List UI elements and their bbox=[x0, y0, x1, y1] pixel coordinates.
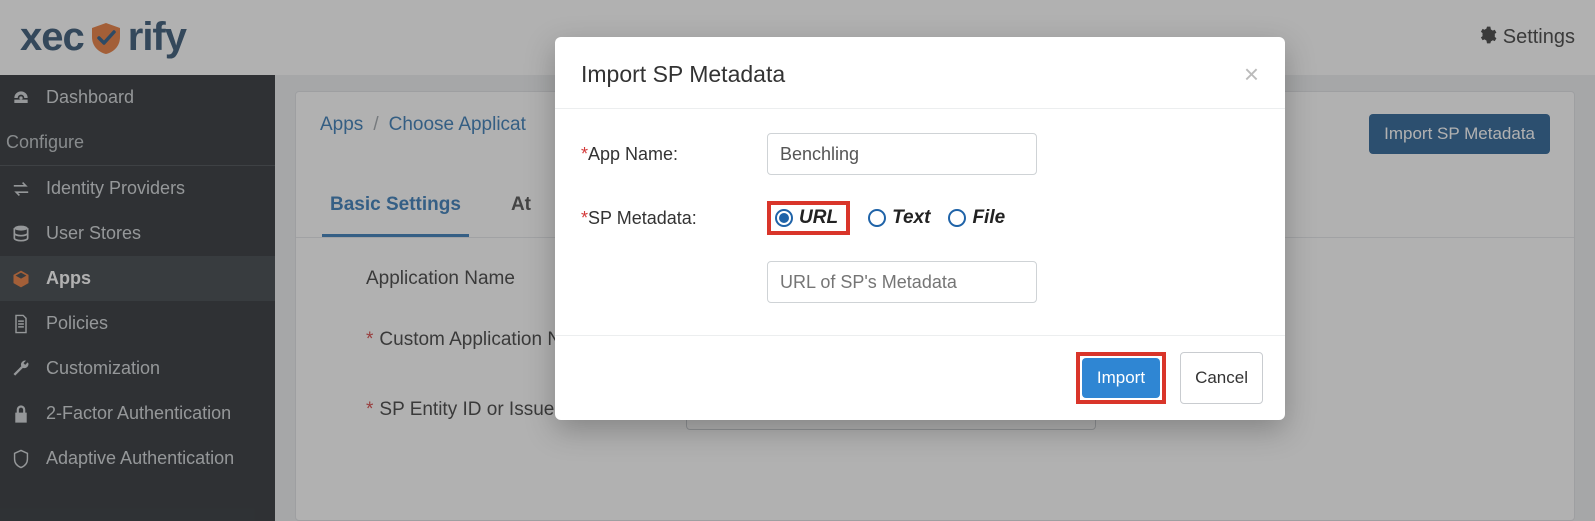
sp-metadata-label: *SP Metadata: bbox=[581, 208, 767, 229]
import-button[interactable]: Import bbox=[1082, 358, 1160, 398]
modal-title: Import SP Metadata bbox=[581, 61, 785, 88]
radio-unchecked-icon bbox=[948, 209, 966, 227]
modal-row-url-input bbox=[581, 261, 1259, 303]
modal-row-app-name: *App Name: bbox=[581, 133, 1259, 175]
radio-file[interactable]: File bbox=[948, 207, 1005, 229]
radio-unchecked-icon bbox=[868, 209, 886, 227]
radio-url[interactable]: URL bbox=[775, 207, 838, 229]
sp-metadata-radio-group: URL Text File bbox=[767, 201, 1005, 235]
modal-header: Import SP Metadata × bbox=[555, 37, 1285, 109]
app-name-label: *App Name: bbox=[581, 144, 767, 165]
close-icon[interactable]: × bbox=[1244, 59, 1259, 90]
modal-footer: Import Cancel bbox=[555, 335, 1285, 420]
required-asterisk: * bbox=[581, 208, 588, 228]
sp-metadata-url-input[interactable] bbox=[767, 261, 1037, 303]
highlight-import-button: Import bbox=[1076, 352, 1166, 404]
modal-row-sp-metadata: *SP Metadata: URL Text File bbox=[581, 201, 1259, 235]
import-sp-metadata-modal: Import SP Metadata × *App Name: *SP Meta… bbox=[555, 37, 1285, 420]
modal-body: *App Name: *SP Metadata: URL Text bbox=[555, 109, 1285, 335]
cancel-button[interactable]: Cancel bbox=[1180, 352, 1263, 404]
radio-text[interactable]: Text bbox=[868, 207, 930, 229]
radio-checked-icon bbox=[775, 209, 793, 227]
highlight-url-option: URL bbox=[767, 201, 850, 235]
app-name-input[interactable] bbox=[767, 133, 1037, 175]
required-asterisk: * bbox=[581, 144, 588, 164]
